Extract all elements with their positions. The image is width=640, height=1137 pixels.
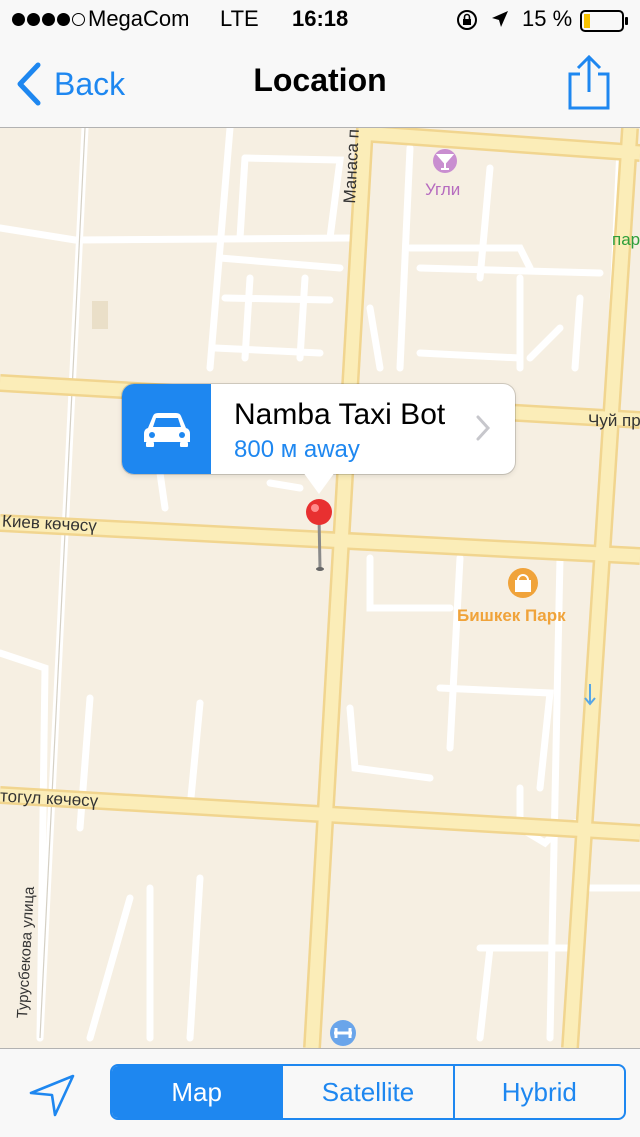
- location-services-icon: [490, 9, 510, 35]
- track-location-button[interactable]: [28, 1073, 76, 1122]
- poi-label-ugli: Угли: [425, 180, 461, 199]
- shopping-bag-icon: [508, 568, 538, 598]
- poi-label-bishkek-park: Бишкек Парк: [457, 606, 566, 625]
- callout-title: Namba Taxi Bot: [234, 398, 446, 431]
- gym-icon: [330, 1020, 356, 1046]
- battery-icon: [580, 10, 630, 38]
- back-label: Back: [54, 65, 126, 102]
- location-callout[interactable]: Namba Taxi Bot 800 м away: [122, 384, 515, 494]
- network-type: LTE: [220, 6, 259, 31]
- segment-map[interactable]: Map: [112, 1066, 282, 1118]
- poi-label-park: пар: [612, 230, 640, 249]
- map-view[interactable]: Манаса п Угли пар Чуй пр Киев көчөсү Биш…: [0, 128, 640, 1048]
- carrier-name: MegaCom: [88, 6, 190, 31]
- clock: 16:18: [292, 6, 349, 31]
- street-label-chuy: Чуй пр: [588, 411, 640, 430]
- segment-satellite[interactable]: Satellite: [281, 1066, 452, 1118]
- rotation-lock-icon: [456, 9, 478, 37]
- car-icon: [143, 413, 190, 447]
- callout-car-panel: [122, 384, 211, 474]
- signal-strength-icon: [12, 13, 85, 26]
- battery-percent: 15 %: [522, 6, 573, 31]
- share-icon: [568, 54, 610, 110]
- navigation-bar: Back Location: [0, 40, 640, 128]
- map-type-segmented-control: Map Satellite Hybrid: [110, 1064, 626, 1120]
- callout-distance: 800 м away: [234, 436, 360, 463]
- status-bar: MegaCom LTE 16:18 15 %: [0, 0, 640, 40]
- back-button[interactable]: Back: [16, 62, 125, 106]
- bottom-toolbar: Map Satellite Hybrid: [0, 1048, 640, 1137]
- segment-hybrid[interactable]: Hybrid: [452, 1066, 624, 1118]
- street-label-manasa: Манаса п: [340, 128, 363, 204]
- callout-pointer: [303, 472, 335, 494]
- share-button[interactable]: [566, 54, 612, 110]
- road-network: [0, 128, 640, 1048]
- chevron-left-icon: [17, 62, 41, 106]
- cocktail-bar-icon: [433, 149, 457, 173]
- chevron-right-icon: [476, 415, 491, 441]
- location-arrow-icon: [29, 1074, 75, 1117]
